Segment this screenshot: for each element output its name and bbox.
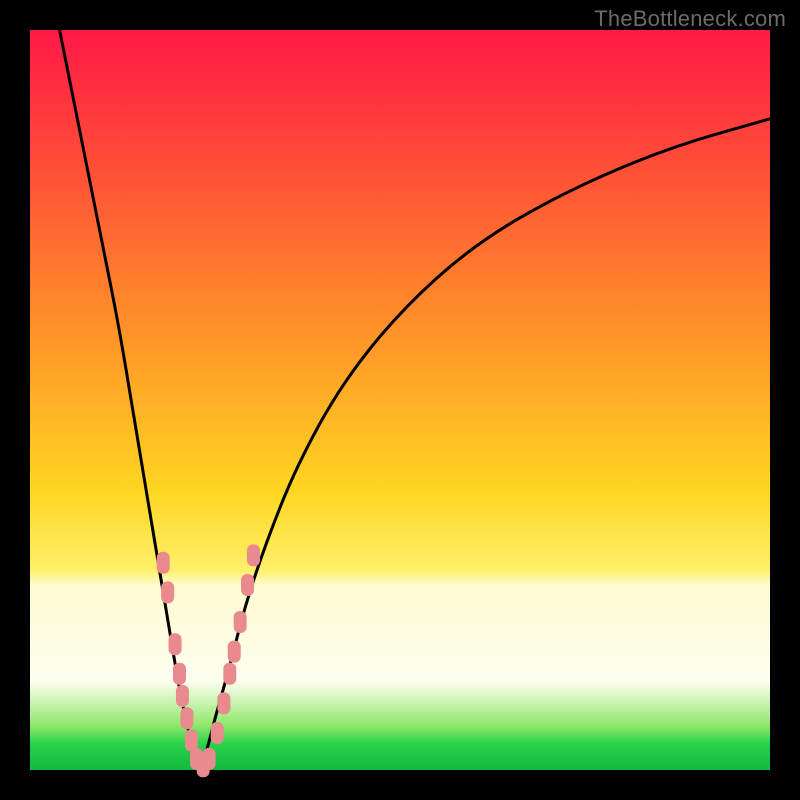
curve-marker (247, 544, 260, 566)
curve-marker (176, 685, 189, 707)
curve-marker (169, 633, 182, 655)
bottleneck-curve-svg (30, 30, 770, 770)
curve-marker (173, 663, 186, 685)
curve-marker (217, 692, 230, 714)
curve-marker (241, 574, 254, 596)
curve-marker (234, 611, 247, 633)
watermark-text: TheBottleneck.com (594, 6, 786, 32)
curve-marker (157, 552, 170, 574)
curve-marker (161, 581, 174, 603)
curve-marker (211, 722, 224, 744)
outer-frame: TheBottleneck.com (0, 0, 800, 800)
curve-right-branch (200, 119, 770, 770)
curve-left-branch (60, 30, 201, 770)
curve-marker (223, 663, 236, 685)
gradient-plot-area (30, 30, 770, 770)
curve-marker (203, 748, 216, 770)
curve-marker (228, 641, 241, 663)
curve-marker (180, 707, 193, 729)
